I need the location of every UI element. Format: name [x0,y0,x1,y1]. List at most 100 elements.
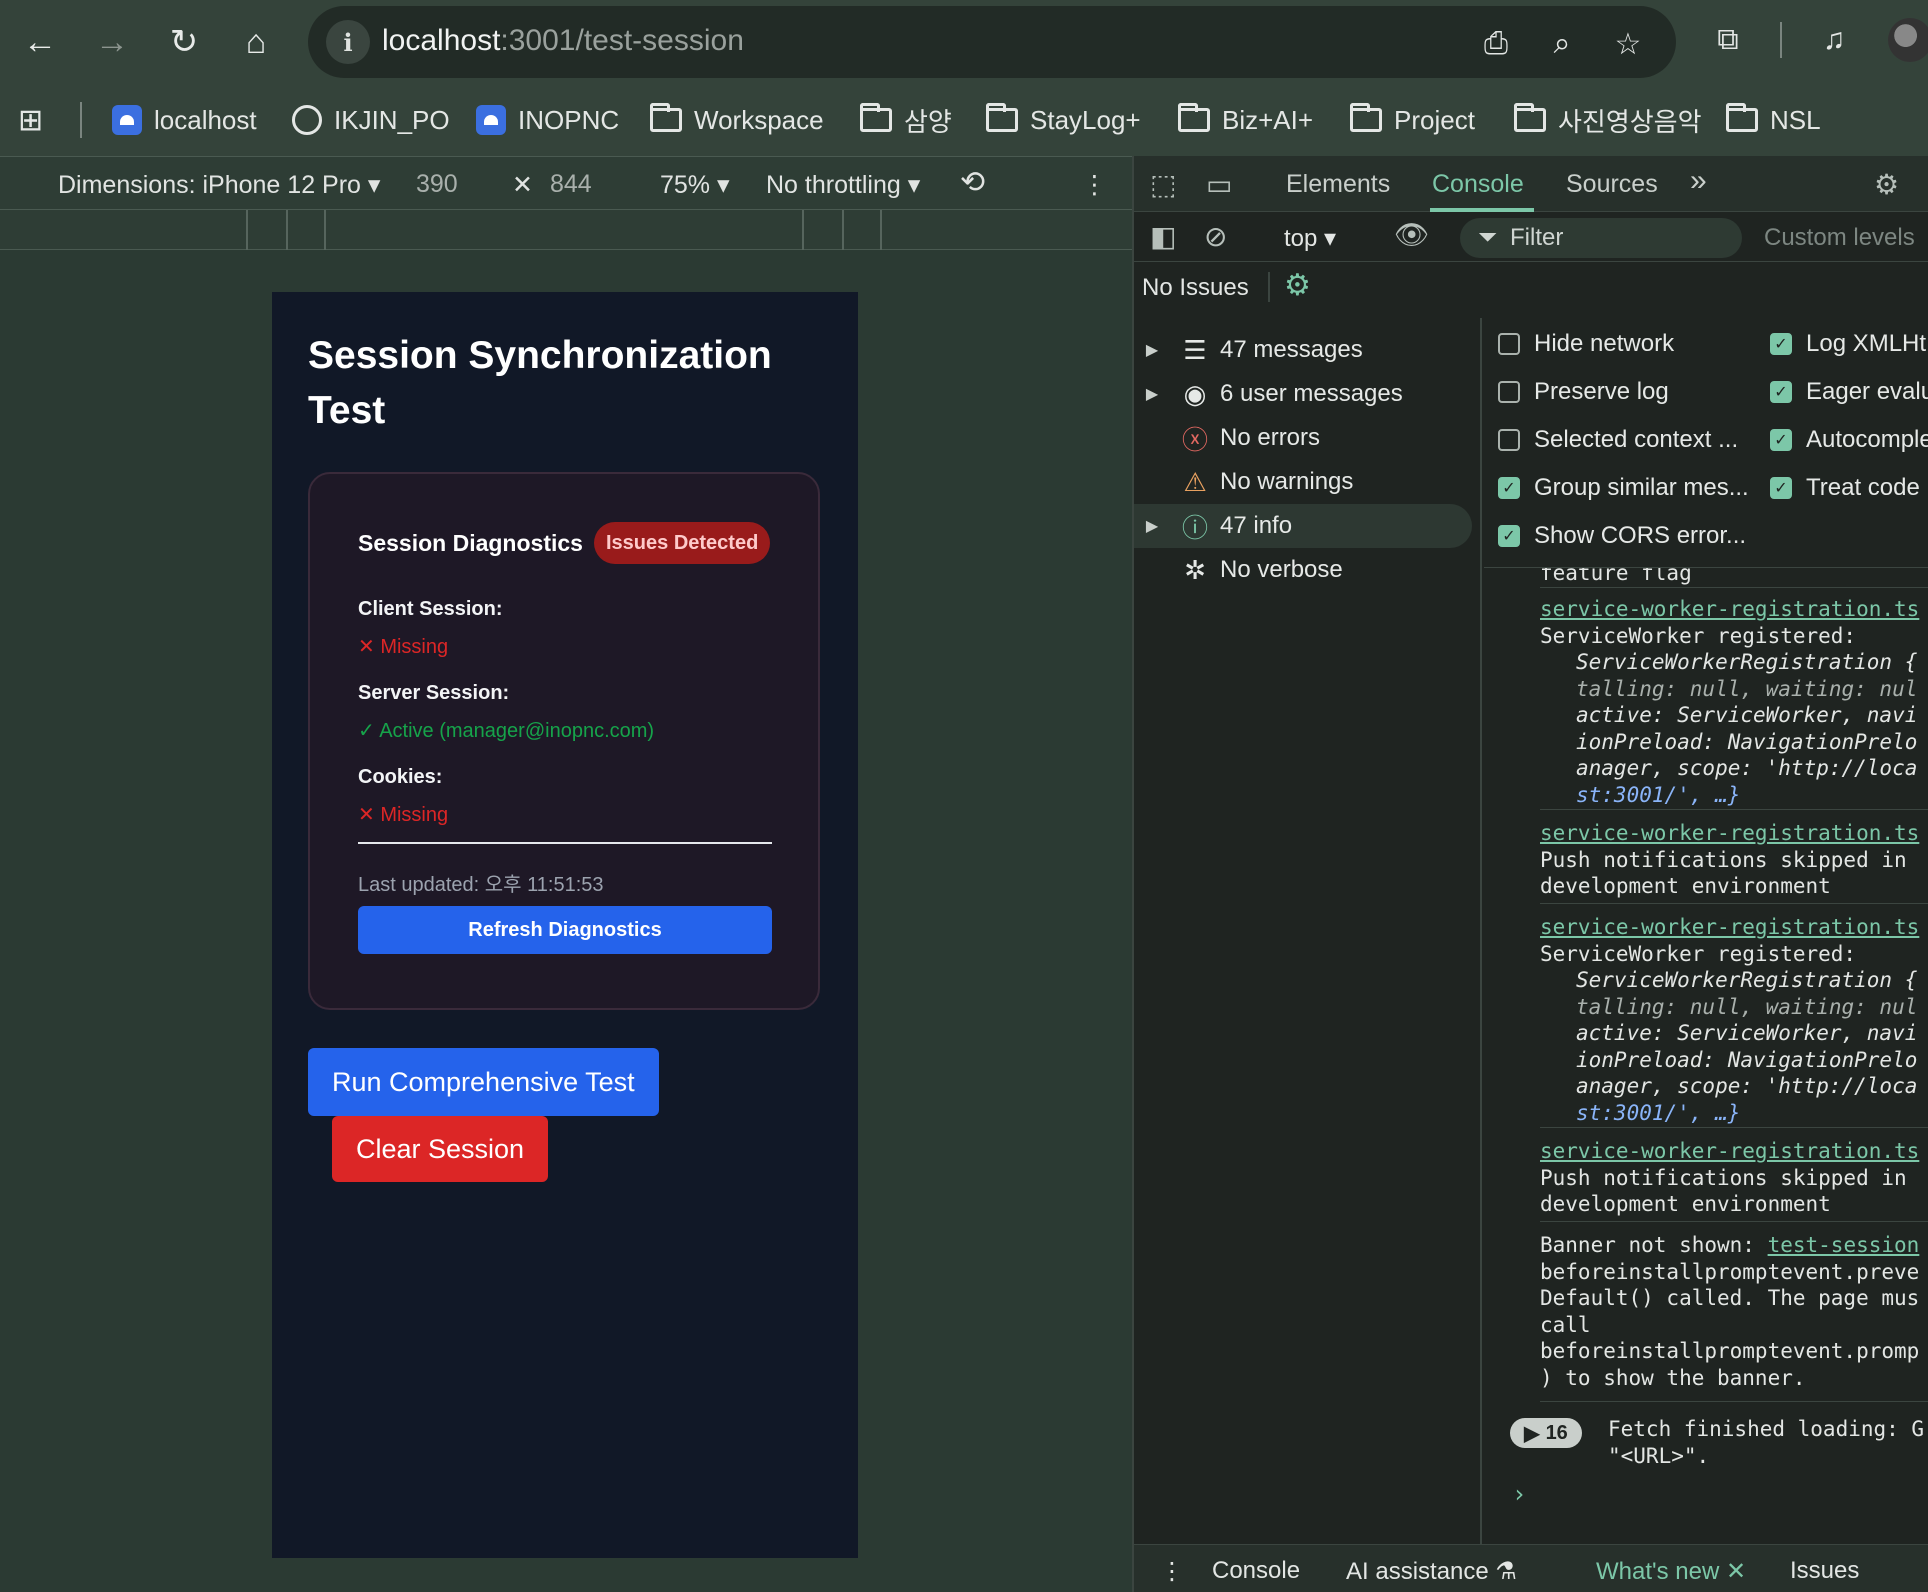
issues-count[interactable]: No Issues [1142,274,1249,302]
clear-console-icon[interactable]: ⊘ [1204,220,1227,253]
more-options-icon[interactable]: ⋮ [1082,170,1107,200]
more-tabs-icon[interactable]: » [1690,164,1707,198]
cookies-label: Cookies: [358,766,443,788]
expand-arrow-icon[interactable]: ▶ [1134,516,1170,536]
checkmark-icon[interactable]: ✓ [1498,525,1520,547]
bookmark-star-icon[interactable]: ☆ [1608,24,1648,64]
checkmark-icon[interactable]: ✓ [1498,477,1520,499]
drawer-tab-ai-assistance[interactable]: AI assistance ⚗ [1346,1557,1517,1586]
drawer-tab-whats-new[interactable]: What's new ✕ [1596,1557,1746,1586]
run-comprehensive-test-button[interactable]: Run Comprehensive Test [308,1048,659,1116]
bookmark-bizai[interactable]: Biz+AI+ [1178,98,1313,142]
bookmarks-bar: ⊞ localhost IKJIN_PO INOPNC Workspace 삼양… [0,84,1928,156]
bookmark-staylog[interactable]: StayLog+ [986,98,1141,142]
extensions-icon[interactable]: ⧉ [1706,18,1750,62]
checkmark-icon[interactable]: ✓ [1770,429,1792,451]
drawer-tab-issues[interactable]: Issues [1790,1557,1859,1585]
device-dimensions-select[interactable]: Dimensions: iPhone 12 Pro ▾ [58,170,380,200]
settings-gear-icon[interactable]: ⚙ [1874,168,1899,201]
console-log: feature flag service-worker-registration… [1484,568,1928,1544]
device-height-input[interactable]: 844 [550,170,592,199]
site-info-icon[interactable]: i [326,20,370,64]
url-text[interactable]: localhost:3001/test-session [382,24,744,58]
install-app-icon[interactable]: ⎙ [1476,24,1516,64]
filter-input[interactable]: ⏷ Filter [1460,218,1742,258]
checkmark-icon[interactable]: ✓ [1770,477,1792,499]
apps-grid-icon[interactable]: ⊞ [18,98,43,142]
source-link[interactable]: service-worker-registration.ts [1540,820,1928,847]
inspect-element-icon[interactable]: ⬚ [1150,168,1176,201]
media-controls-icon[interactable]: ♫ [1812,18,1856,62]
address-bar[interactable]: i localhost:3001/test-session ⎙ ⌕ ☆ [308,6,1676,78]
device-toggle-icon[interactable]: ▭ [1206,168,1232,201]
checkmark-icon[interactable]: ✓ [1770,381,1792,403]
console-prompt-icon[interactable]: › [1512,1480,1526,1508]
source-link[interactable]: test-session [1768,1233,1920,1257]
log-levels-select[interactable]: Custom levels [1764,224,1915,252]
sidebar-item-warnings[interactable]: ⚠ No warnings [1134,460,1472,504]
media-query-ruler [0,210,1132,250]
bookmark-ikjin-po[interactable]: IKJIN_PO [292,98,450,142]
reload-icon[interactable]: ↻ [156,14,212,70]
list-icon: ☰ [1183,334,1207,365]
checkbox-unchecked[interactable] [1498,333,1520,355]
eager-eval-checkbox[interactable]: ✓ Eager evalu [1770,378,1928,406]
client-session-value: ✕ Missing [358,636,449,658]
tab-console[interactable]: Console [1432,170,1524,199]
device-width-input[interactable]: 390 [416,170,458,199]
source-link[interactable]: service-worker-registration.ts [1540,914,1928,941]
checkmark-icon[interactable]: ✓ [1770,333,1792,355]
tab-sources[interactable]: Sources [1566,170,1658,199]
drawer-tab-console[interactable]: Console [1212,1557,1300,1585]
inopnc-favicon-icon [112,105,142,135]
session-diagnostics-card: Session Diagnostics Issues Detected Clie… [308,472,820,1010]
home-icon[interactable]: ⌂ [228,14,284,70]
sidebar-item-verbose[interactable]: ✲ No verbose [1134,548,1472,592]
throttling-select[interactable]: No throttling ▾ [766,170,920,200]
context-select[interactable]: top ▾ [1284,224,1336,253]
issues-settings-gear-icon[interactable]: ⚙ [1284,268,1311,303]
folder-icon [1350,103,1382,132]
clear-session-button[interactable]: Clear Session [332,1116,549,1182]
log-xmlhttp-checkbox[interactable]: ✓ Log XMLHt [1770,330,1926,358]
bookmark-workspace[interactable]: Workspace [650,98,824,142]
zoom-icon[interactable]: ⌕ [1542,24,1582,64]
message-count-badge[interactable]: ▶ 16 [1510,1418,1582,1448]
expand-arrow-icon[interactable]: ▶ [1134,340,1170,360]
rotate-icon[interactable]: ⟲ [960,165,985,200]
tab-elements[interactable]: Elements [1286,170,1390,199]
bookmark-inopnc[interactable]: INOPNC [476,98,619,142]
sidebar-toggle-icon[interactable]: ◧ [1150,220,1176,253]
group-similar-checkbox[interactable]: ✓ Group similar mes... [1498,474,1749,502]
back-icon[interactable]: ← [12,14,68,70]
bookmark-localhost[interactable]: localhost [112,98,257,142]
bookmark-project[interactable]: Project [1350,98,1475,142]
sidebar-item-errors[interactable]: ⓧ No errors [1134,416,1472,460]
checkbox-unchecked[interactable] [1498,381,1520,403]
source-link[interactable]: service-worker-registration.ts [1540,1138,1928,1165]
sidebar-item-messages[interactable]: ▶ ☰ 47 messages [1134,328,1472,372]
treat-code-checkbox[interactable]: ✓ Treat code [1770,474,1920,502]
forward-icon[interactable]: → [84,14,140,70]
hide-network-checkbox[interactable]: Hide network [1498,330,1674,358]
sidebar-item-info[interactable]: ▶ ⓘ 47 info [1134,504,1472,548]
selected-context-checkbox[interactable]: Selected context ... [1498,426,1738,454]
profile-avatar[interactable] [1888,18,1928,62]
close-icon[interactable]: ✕ [1726,1558,1746,1585]
drawer-menu-icon[interactable]: ⋮ [1160,1557,1184,1586]
divider [358,842,772,844]
zoom-select[interactable]: 75% ▾ [660,170,730,200]
preserve-log-checkbox[interactable]: Preserve log [1498,378,1669,406]
expand-arrow-icon[interactable]: ▶ [1134,384,1170,404]
log-message: service-worker-registration.ts ServiceWo… [1540,914,1928,1128]
bookmark-samyang[interactable]: 삼양 [860,98,952,142]
source-link[interactable]: service-worker-registration.ts [1540,596,1928,623]
show-cors-checkbox[interactable]: ✓ Show CORS error... [1498,522,1746,550]
sidebar-item-user-messages[interactable]: ▶ ◉ 6 user messages [1134,372,1472,416]
autocomplete-checkbox[interactable]: ✓ Autocomple [1770,426,1928,454]
bookmark-nsl[interactable]: NSL [1726,98,1821,142]
bookmark-photo-video-music[interactable]: 사진영상음악 [1514,98,1702,142]
checkbox-unchecked[interactable] [1498,429,1520,451]
live-expression-eye-icon[interactable]: 👁 [1394,218,1430,251]
refresh-diagnostics-button[interactable]: Refresh Diagnostics [358,906,772,954]
